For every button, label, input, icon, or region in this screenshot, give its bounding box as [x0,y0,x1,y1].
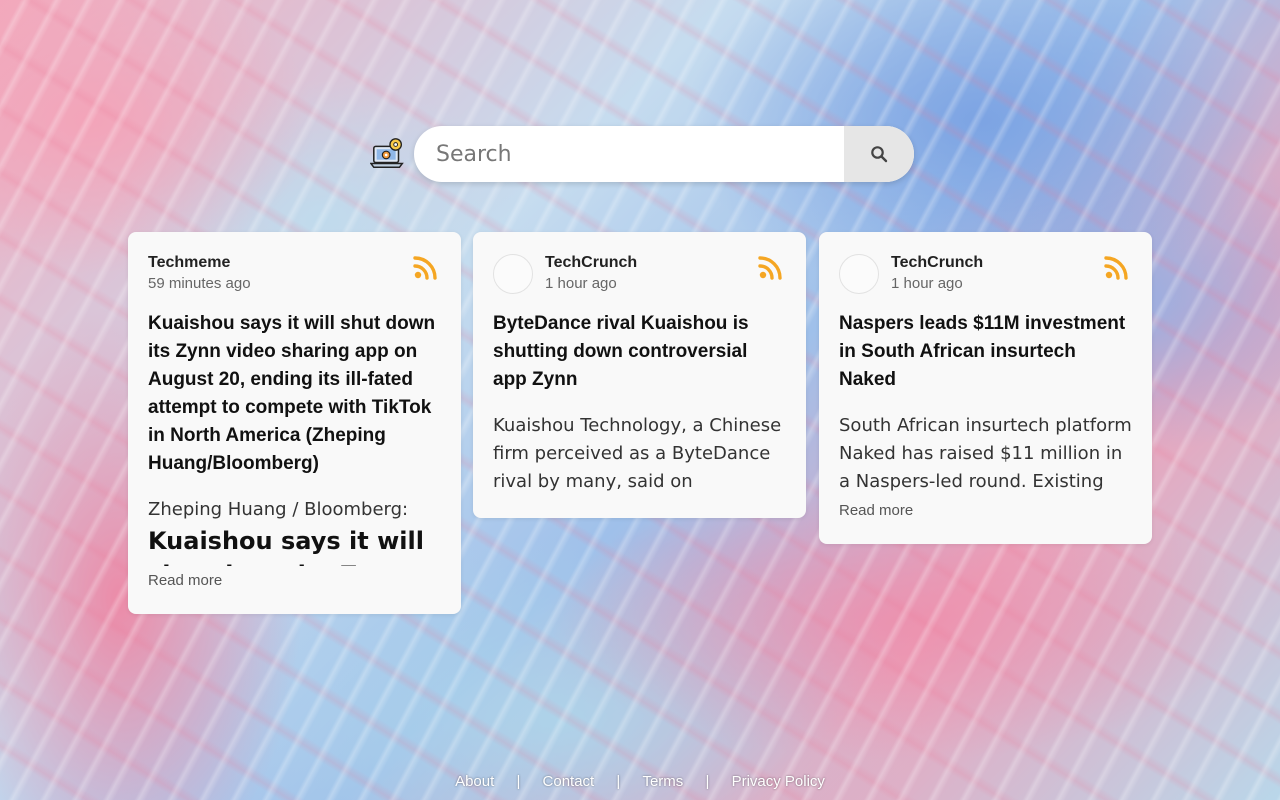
rss-icon[interactable] [1104,254,1130,280]
summary-headline: Kuaishou says it will shut down its Zynn… [148,527,424,566]
rss-icon[interactable] [413,254,439,280]
footer-link-contact[interactable]: Contact [543,773,595,790]
footer-separator: | [705,773,710,790]
footer-link-about[interactable]: About [455,773,494,790]
published-time: 59 minutes ago [148,275,251,292]
card-summary: Zheping Huang / Bloomberg: Kuaishou says… [148,496,441,566]
read-more-link[interactable]: Read more [148,570,222,592]
source-name: TechCrunch [545,254,638,271]
footer-separator: | [616,773,621,790]
search-icon [871,146,888,163]
card-title[interactable]: ByteDance rival Kuaishou is shutting dow… [493,310,786,394]
source-meta: Techmeme 59 minutes ago [148,253,251,295]
laptop-gears-icon [370,138,404,169]
search-button[interactable] [844,126,914,182]
published-time: 1 hour ago [891,275,963,292]
source-meta: TechCrunch 1 hour ago [545,253,637,295]
news-card[interactable]: TechCrunch 1 hour ago Naspers leads $11M… [819,232,1152,544]
footer-link-privacy-policy[interactable]: Privacy Policy [732,773,825,790]
card-title[interactable]: Naspers leads $11M investment in South A… [839,310,1132,394]
footer: About | Contact | Terms | Privacy Policy [0,773,1280,790]
card-header: TechCrunch 1 hour ago [839,252,1132,296]
summary-lead: Zheping Huang / Bloomberg: [148,499,409,520]
rss-icon[interactable] [758,254,784,280]
source-avatar [493,254,533,294]
card-header: TechCrunch 1 hour ago [493,252,786,296]
search-bar [370,126,914,182]
card-title[interactable]: Kuaishou says it will shut down its Zynn… [148,310,441,478]
source-meta: TechCrunch 1 hour ago [891,253,983,295]
source-name: TechCrunch [891,254,984,271]
published-time: 1 hour ago [545,275,617,292]
card-summary: Kuaishou Technology, a Chinese firm perc… [493,415,782,492]
read-more-link[interactable]: Read more [839,500,913,522]
footer-separator: | [516,773,521,790]
search-input[interactable] [414,126,844,182]
source-avatar [839,254,879,294]
card-header: Techmeme 59 minutes ago [148,252,441,296]
news-card[interactable]: Techmeme 59 minutes ago Kuaishou says it… [128,232,461,614]
source-name: Techmeme [148,254,231,271]
search-box [414,126,914,182]
footer-link-terms[interactable]: Terms [642,773,683,790]
news-card[interactable]: TechCrunch 1 hour ago ByteDance rival Ku… [473,232,806,518]
card-summary: South African insurtech platform Naked h… [839,415,1132,492]
